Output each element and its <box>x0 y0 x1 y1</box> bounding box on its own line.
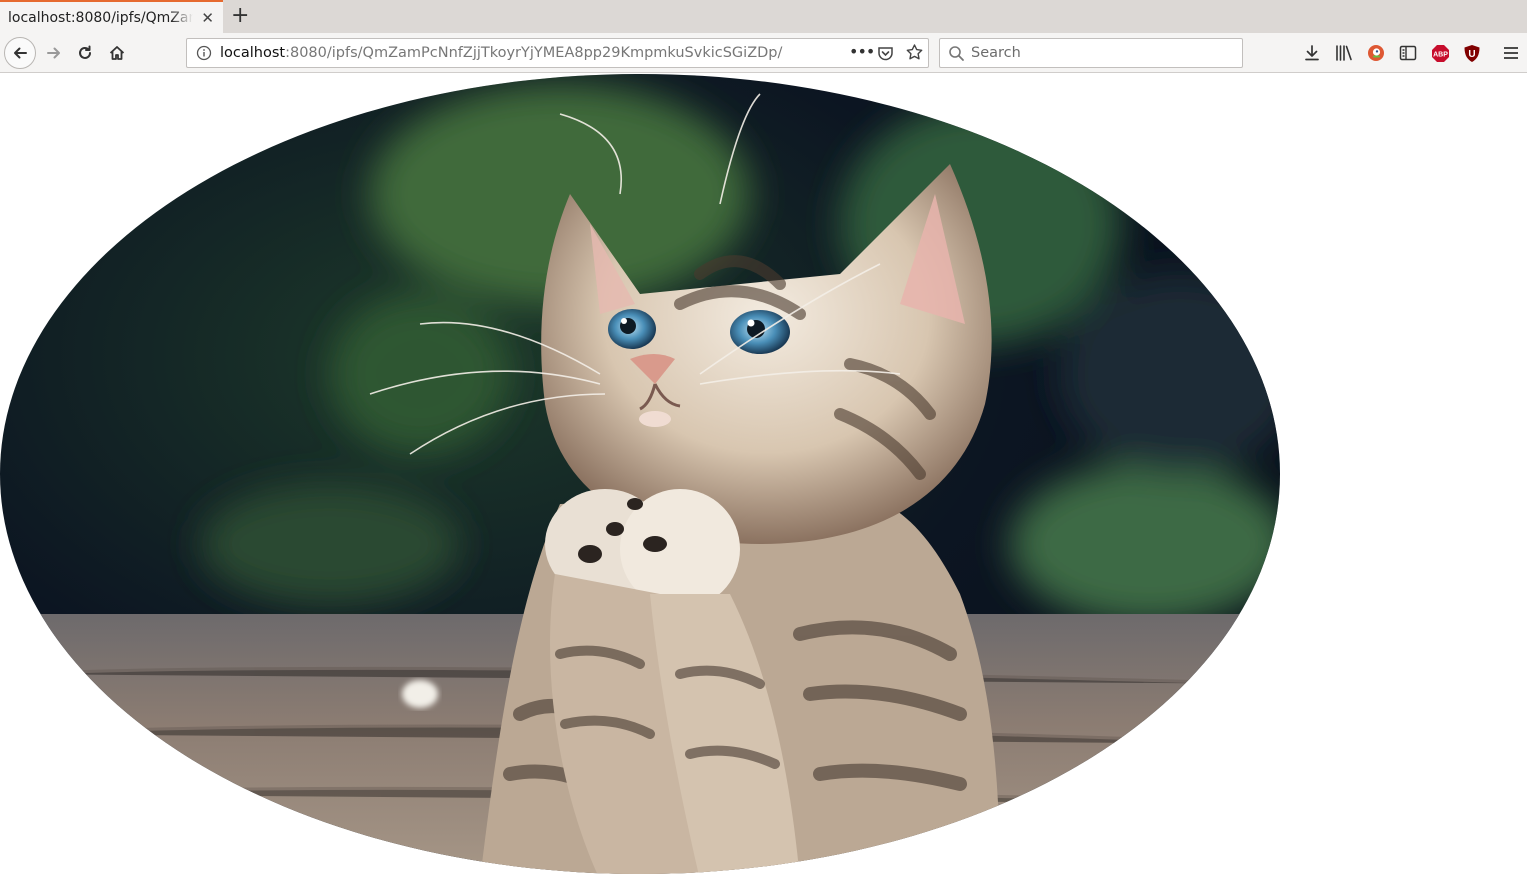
home-icon <box>109 46 125 60</box>
sidebar-icon[interactable] <box>1398 43 1418 63</box>
tab-title: localhost:8080/ipfs/QmZamPcNnfZjjTkoyrYj… <box>8 9 193 26</box>
download-icon[interactable] <box>1302 43 1322 63</box>
search-bar[interactable]: Search <box>939 38 1243 68</box>
hamburger-menu-icon[interactable] <box>1501 43 1521 63</box>
forward-button[interactable] <box>38 37 70 69</box>
home-button[interactable] <box>101 37 133 69</box>
ublock-icon[interactable]: U <box>1462 43 1482 63</box>
page-actions-icon[interactable]: ••• <box>849 42 875 61</box>
search-icon <box>949 46 964 61</box>
reload-button[interactable] <box>69 37 101 69</box>
library-icon[interactable] <box>1334 43 1354 63</box>
tab-strip: localhost:8080/ipfs/QmZamPcNnfZjjTkoyrYj… <box>0 0 1527 33</box>
adblock-plus-icon[interactable]: ABP <box>1430 43 1450 63</box>
browser-tab[interactable]: localhost:8080/ipfs/QmZamPcNnfZjjTkoyrYj… <box>0 0 223 33</box>
url-text[interactable]: localhost:8080/ipfs/QmZamPcNnfZjjTkoyrYj… <box>220 45 782 61</box>
forward-arrow-icon <box>47 47 60 59</box>
svg-text:U: U <box>1468 49 1475 60</box>
pocket-icon[interactable] <box>877 45 894 62</box>
back-arrow-icon <box>14 47 27 59</box>
close-icon[interactable]: ✕ <box>201 9 214 27</box>
kitten-image <box>0 74 1280 874</box>
info-icon[interactable] <box>196 45 212 61</box>
page-content <box>0 74 1527 880</box>
new-tab-button[interactable]: + <box>231 3 249 28</box>
duckduckgo-icon[interactable] <box>1366 43 1386 63</box>
svg-text:ABP: ABP <box>1433 51 1448 58</box>
bookmark-star-icon[interactable] <box>905 43 924 62</box>
reload-icon <box>79 45 91 59</box>
navigation-bar: localhost:8080/ipfs/QmZamPcNnfZjjTkoyrYj… <box>0 33 1527 73</box>
url-bar[interactable]: localhost:8080/ipfs/QmZamPcNnfZjjTkoyrYj… <box>186 38 929 68</box>
back-button[interactable] <box>4 37 36 69</box>
search-input[interactable]: Search <box>971 45 1021 61</box>
